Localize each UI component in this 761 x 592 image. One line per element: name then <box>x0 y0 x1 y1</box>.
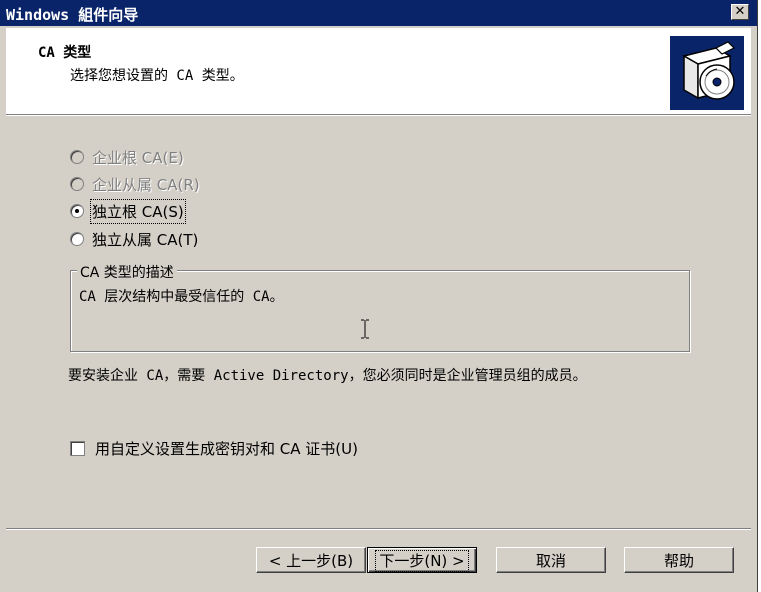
setup-disc-box-icon <box>670 36 744 110</box>
radio-label[interactable]: 独立从属 CA(T) <box>92 229 198 250</box>
radio-enterprise-root-ca: 企业根 CA(E) <box>70 147 184 167</box>
back-button-label: < 上一步(B) <box>268 552 354 570</box>
next-button-label: 下一步(N) > <box>375 550 469 572</box>
radio-enterprise-subordinate-ca: 企业从属 CA(R) <box>70 174 200 194</box>
next-button[interactable]: 下一步(N) > <box>367 547 477 573</box>
title-bar[interactable]: Windows 組件向导 ✕ <box>0 0 757 26</box>
radio-button[interactable] <box>70 204 84 218</box>
custom-settings-checkbox[interactable] <box>70 441 85 456</box>
description-groupbox: CA 类型的描述 CA 层次结构中最受信任的 CA。 <box>70 262 690 352</box>
radio-label[interactable]: 独立根 CA(S) <box>90 198 186 224</box>
radio-button[interactable] <box>70 232 84 246</box>
radio-label: 企业根 CA(E) <box>92 148 184 167</box>
custom-settings-checkbox-row[interactable]: 用自定义设置生成密钥对和 CA 证书(U) <box>70 438 358 459</box>
description-legend: CA 类型的描述 <box>77 262 177 282</box>
close-button[interactable]: ✕ <box>731 4 749 20</box>
cancel-button[interactable]: 取消 <box>496 547 606 573</box>
text-cursor-icon <box>361 319 369 339</box>
radio-standalone-subordinate-ca[interactable]: 独立从属 CA(T) <box>70 229 198 249</box>
enterprise-ca-note: 要安装企业 CA，需要 Active Directory，您必须同时是企业管理员… <box>68 368 587 384</box>
radio-standalone-root-ca[interactable]: 独立根 CA(S) <box>70 198 186 224</box>
selected-dot <box>75 209 79 213</box>
wizard-window: Windows 組件向导 ✕ CA 类型 选择您想设置的 CA 类型。 企业根 … <box>0 0 758 592</box>
header-divider <box>6 115 751 116</box>
back-button[interactable]: < 上一步(B) <box>256 547 366 573</box>
radio-button <box>70 177 84 191</box>
description-text: CA 层次结构中最受信任的 CA。 <box>79 289 284 305</box>
radio-button <box>70 150 84 164</box>
window-title: Windows 組件向导 <box>6 6 139 24</box>
custom-settings-label[interactable]: 用自定义设置生成密钥对和 CA 证书(U) <box>95 438 358 459</box>
help-button-label: 帮助 <box>663 552 694 570</box>
page-title: CA 类型 <box>38 45 92 61</box>
radio-label: 企业从属 CA(R) <box>92 175 200 194</box>
close-icon: ✕ <box>734 4 746 19</box>
cancel-button-label: 取消 <box>535 552 566 570</box>
footer-divider-highlight <box>6 529 751 530</box>
page-subtitle: 选择您想设置的 CA 类型。 <box>70 68 244 84</box>
wizard-header: CA 类型 选择您想设置的 CA 类型。 <box>6 28 751 115</box>
help-button[interactable]: 帮助 <box>624 547 734 573</box>
